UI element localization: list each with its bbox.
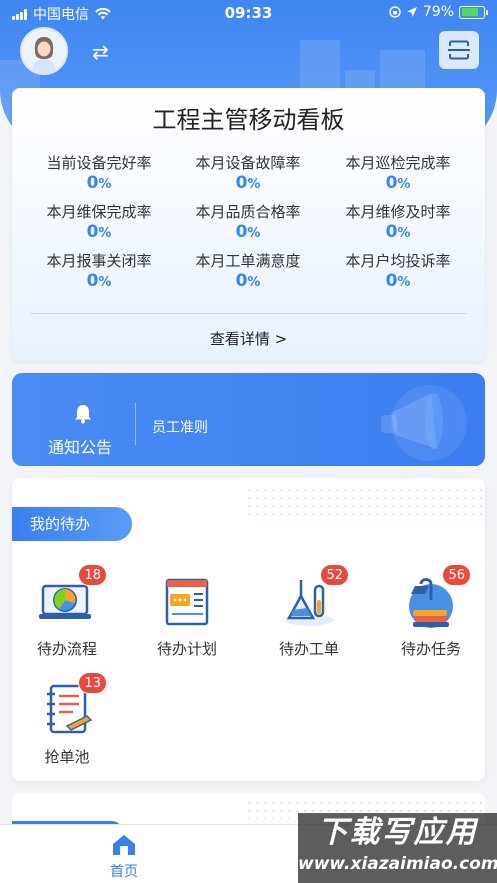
metric-value: 0% (86, 173, 112, 193)
metric-item[interactable]: 本月户均投诉率 0% (323, 252, 473, 294)
notice-banner: 通知公告 员工准则 (12, 373, 485, 466)
metric-value: 0% (86, 271, 112, 291)
metric-value: 0% (385, 271, 411, 291)
todo-title: 我的待办 (12, 507, 132, 541)
view-details-link[interactable]: 查看详情 > (12, 328, 485, 349)
metric-label: 当前设备完好率 (46, 154, 152, 172)
metric-item[interactable]: 本月设备故障率 0% (173, 154, 323, 196)
metric-value: 0% (385, 173, 411, 193)
home-icon (113, 835, 135, 855)
decorative-dots (245, 486, 485, 516)
watermark-url: www.xiazaimiao.com (298, 854, 497, 874)
divider (30, 313, 467, 314)
todo-card: 我的待办 18 待办流程 待办计划 52 待办工单 56 待办任务 13 抢单池 (12, 478, 485, 781)
todo-label: 抢单池 (44, 748, 90, 766)
todo-item-task[interactable]: 56 待办任务 (381, 564, 481, 659)
todo-item-work-order[interactable]: 52 待办工单 (259, 564, 359, 659)
scan-button[interactable] (439, 31, 479, 69)
tab-home[interactable]: 首页 (100, 833, 148, 881)
todo-label: 待办工单 (278, 640, 339, 658)
grab-order-icon: 13 (37, 672, 107, 740)
metric-value: 0% (235, 271, 261, 291)
avatar[interactable] (20, 27, 68, 75)
process-icon: 18 (37, 564, 107, 632)
task-icon: 56 (401, 564, 471, 632)
metric-label: 本月维保完成率 (46, 203, 152, 221)
todo-item-process[interactable]: 18 待办流程 (17, 564, 117, 659)
battery-percent: 79% (422, 4, 454, 20)
todo-item-plan[interactable]: 待办计划 (137, 572, 237, 659)
megaphone-icon (381, 385, 467, 461)
scan-icon (448, 40, 470, 60)
metric-label: 本月巡检完成率 (345, 154, 451, 172)
notice-button[interactable]: 通知公告 (48, 434, 112, 458)
watermark-logo: 下载写应用 www.xiazaimiao.com (298, 813, 497, 883)
employee-rules-link[interactable]: 员工准则 (152, 417, 208, 437)
todo-badge: 13 (78, 672, 107, 694)
metric-item[interactable]: 本月巡检完成率 0% (323, 154, 473, 196)
dashboard-card: 工程主管移动看板 当前设备完好率 0% 本月设备故障率 0% 本月巡检完成率 0… (12, 88, 485, 361)
todo-label: 待办流程 (36, 640, 97, 658)
metric-label: 本月维修及时率 (345, 203, 451, 221)
metric-item[interactable]: 当前设备完好率 0% (24, 154, 174, 196)
metric-label: 本月报事关闭率 (46, 252, 152, 270)
switch-icon[interactable]: ⇄ (92, 40, 109, 64)
tab-home-label: 首页 (110, 864, 138, 880)
metric-item[interactable]: 本月维保完成率 0% (24, 203, 174, 245)
metric-item[interactable]: 本月工单满意度 0% (173, 252, 323, 294)
todo-item-grab-order[interactable]: 13 抢单池 (17, 672, 117, 767)
lock-rotation-icon (389, 6, 401, 18)
battery-icon (459, 5, 488, 19)
metric-label: 本月工单满意度 (195, 252, 301, 270)
metric-value: 0% (385, 222, 411, 242)
dashboard-title: 工程主管移动看板 (152, 106, 345, 134)
metric-item[interactable]: 本月报事关闭率 0% (24, 252, 174, 294)
metric-item[interactable]: 本月维修及时率 0% (323, 203, 473, 245)
todo-label: 待办任务 (400, 640, 461, 658)
metric-value: 0% (235, 222, 261, 242)
work-order-icon: 52 (279, 564, 349, 632)
todo-badge: 18 (78, 564, 107, 586)
status-bar: 中国电信 09:33 79% (0, 0, 497, 26)
metric-label: 本月户均投诉率 (345, 252, 451, 270)
user-avatar-icon (22, 29, 66, 73)
metric-value: 0% (86, 222, 112, 242)
metric-label: 本月设备故障率 (195, 154, 301, 172)
divider (135, 403, 136, 445)
watermark-title: 下载写应用 (317, 815, 478, 850)
location-icon (406, 7, 417, 17)
metric-value: 0% (235, 173, 261, 193)
bell-icon (75, 405, 91, 424)
plan-icon (157, 572, 217, 632)
todo-badge: 52 (320, 564, 349, 586)
metric-label: 本月品质合格率 (195, 203, 301, 221)
todo-badge: 56 (442, 564, 471, 586)
todo-label: 待办计划 (156, 640, 217, 658)
metric-item[interactable]: 本月品质合格率 0% (173, 203, 323, 245)
